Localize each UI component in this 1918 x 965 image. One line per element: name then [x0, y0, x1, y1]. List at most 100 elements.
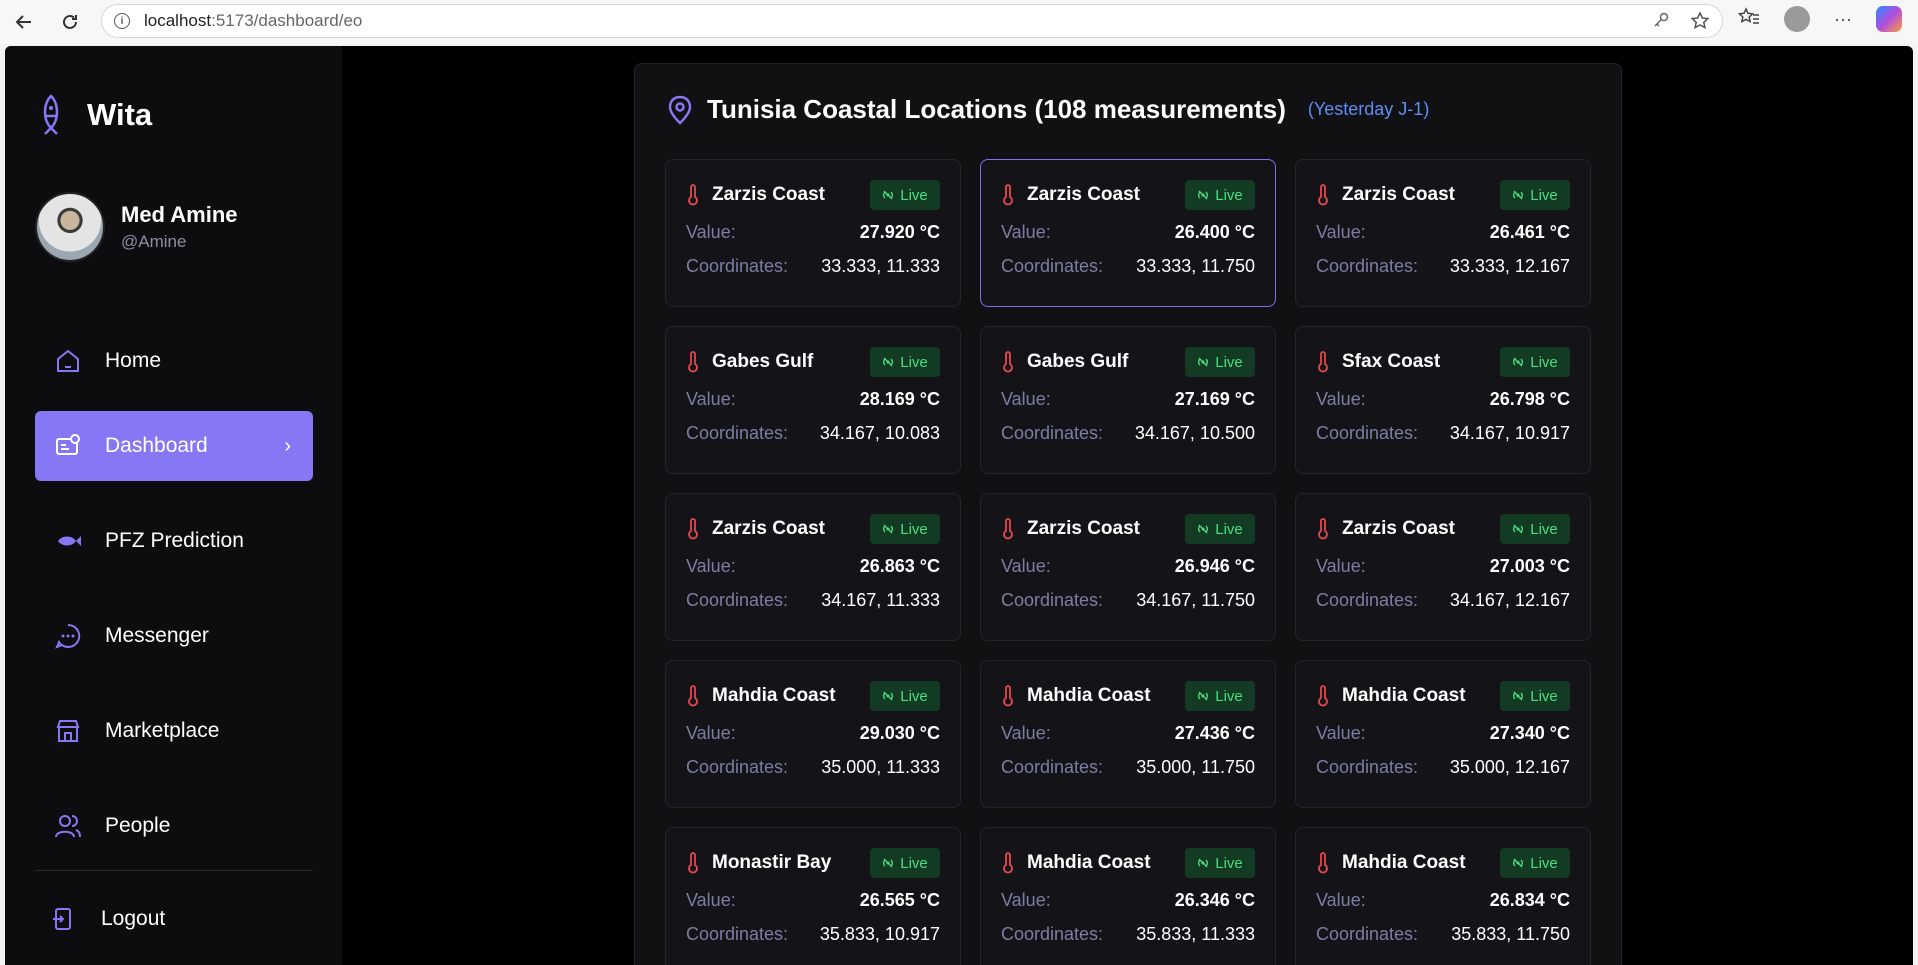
live-label: Live — [900, 687, 928, 705]
star-icon[interactable] — [1690, 11, 1710, 36]
temperature-value: 29.030 °C — [859, 723, 940, 743]
location-card[interactable]: Sfax Coast Live Value: 26.798 °C Coordinates… — [1295, 326, 1591, 474]
value-label: Value: — [1316, 222, 1366, 242]
temperature-value: 27.169 °C — [1174, 389, 1255, 409]
coordinates-row: Coordinates: 34.167, 10.917 — [1316, 423, 1570, 444]
live-badge: Live — [870, 180, 940, 210]
coordinates-value: 33.333, 11.750 — [1136, 256, 1255, 276]
location-name: Mahdia Coast — [1342, 852, 1466, 873]
address-bar[interactable]: i localhost:5173/dashboard/eo — [101, 4, 1723, 38]
location-name: Zarzis Coast — [1027, 184, 1140, 205]
coordinates-label: Coordinates: — [686, 590, 789, 610]
location-card[interactable]: Zarzis Coast Live Value: 26.946 °C Coordinat… — [980, 493, 1276, 641]
live-badge: Live — [1500, 848, 1570, 878]
value-label: Value: — [1316, 556, 1366, 576]
location-card[interactable]: Mahdia Coast Live Value: 27.340 °C Coordinat… — [1295, 660, 1591, 808]
coordinates-value: 35.833, 11.333 — [1136, 924, 1255, 944]
temperature-value: 27.920 °C — [859, 222, 940, 242]
coordinates-value: 35.000, 11.750 — [1136, 757, 1255, 777]
key-icon[interactable] — [1652, 11, 1670, 36]
location-name: Zarzis Coast — [1342, 518, 1455, 539]
location-card[interactable]: Gabes Gulf Live Value: 27.169 °C Coordinates… — [980, 326, 1276, 474]
card-header: Zarzis Coast Live — [686, 514, 940, 544]
coordinates-value: 35.000, 11.333 — [821, 757, 940, 777]
user-profile[interactable]: Med Amine @Amine — [35, 192, 238, 262]
thermometer-icon — [1003, 852, 1013, 874]
card-header: Mahdia Coast Live — [1316, 848, 1570, 878]
live-label: Live — [1530, 520, 1558, 538]
coordinates-label: Coordinates: — [1316, 924, 1419, 944]
signal-icon — [1198, 858, 1209, 868]
divider — [35, 870, 313, 871]
coordinates-row: Coordinates: 33.333, 11.750 — [1001, 256, 1255, 277]
sidebar-item-people[interactable]: People — [35, 791, 313, 861]
sidebar-item-marketplace[interactable]: Marketplace — [35, 696, 313, 766]
avatar[interactable] — [35, 192, 105, 262]
coordinates-row: Coordinates: 34.167, 11.333 — [686, 590, 940, 611]
value-label: Value: — [1001, 723, 1051, 743]
panel-header: Tunisia Coastal Locations (108 measureme… — [667, 94, 1429, 125]
coordinates-row: Coordinates: 35.833, 11.333 — [1001, 924, 1255, 945]
user-name: Med Amine — [121, 202, 238, 227]
store-icon — [53, 716, 83, 746]
value-row: Value: 26.798 °C — [1316, 389, 1570, 410]
value-row: Value: 27.920 °C — [686, 222, 940, 243]
live-label: Live — [1530, 186, 1558, 204]
browser-profile-avatar[interactable] — [1784, 6, 1810, 32]
location-card[interactable]: Monastir Bay Live Value: 26.565 °C Coordinat… — [665, 827, 961, 965]
coordinates-value: 34.167, 10.083 — [819, 423, 940, 443]
card-header: Mahdia Coast Live — [1316, 681, 1570, 711]
location-card[interactable]: Zarzis Coast Live Value: 26.400 °C Coordinat… — [980, 159, 1276, 307]
more-options-icon[interactable]: ··· — [1834, 9, 1852, 30]
location-card[interactable]: Gabes Gulf Live Value: 28.169 °C Coordinates… — [665, 326, 961, 474]
location-card[interactable]: Zarzis Coast Live Value: 27.003 °C Coordinat… — [1295, 493, 1591, 641]
thermometer-icon — [1003, 685, 1013, 707]
live-badge: Live — [1500, 347, 1570, 377]
sidebar-item-messenger[interactable]: Messenger — [35, 601, 313, 671]
location-card[interactable]: Mahdia Coast Live Value: 27.436 °C Coordinat… — [980, 660, 1276, 808]
location-card[interactable]: Mahdia Coast Live Value: 29.030 °C Coordinat… — [665, 660, 961, 808]
coordinates-label: Coordinates: — [1001, 423, 1104, 443]
site-info-icon[interactable]: i — [114, 13, 130, 29]
card-header: Gabes Gulf Live — [1001, 347, 1255, 377]
value-label: Value: — [1001, 890, 1051, 910]
location-card[interactable]: Zarzis Coast Live Value: 26.863 °C Coordinat… — [665, 493, 961, 641]
back-arrow-icon[interactable] — [8, 6, 40, 38]
value-label: Value: — [1316, 723, 1366, 743]
location-card[interactable]: Zarzis Coast Live Value: 26.461 °C Coordinat… — [1295, 159, 1591, 307]
fish-logo-icon — [43, 94, 59, 135]
value-label: Value: — [686, 723, 736, 743]
temperature-value: 26.863 °C — [859, 556, 940, 576]
location-card[interactable]: Zarzis Coast Live Value: 27.920 °C Coordinat… — [665, 159, 961, 307]
logout-button[interactable]: Logout — [35, 884, 313, 954]
people-icon — [53, 811, 83, 841]
reload-icon[interactable] — [54, 6, 86, 38]
coordinates-value: 35.833, 10.917 — [819, 924, 940, 944]
location-card[interactable]: Mahdia Coast Live Value: 26.346 °C Coordinat… — [980, 827, 1276, 965]
coordinates-row: Coordinates: 34.167, 12.167 — [1316, 590, 1570, 611]
coordinates-label: Coordinates: — [686, 757, 789, 777]
location-name: Mahdia Coast — [712, 685, 836, 706]
sidebar-item-pfz-prediction[interactable]: PFZ Prediction — [35, 506, 313, 576]
card-header: Zarzis Coast Live — [1316, 514, 1570, 544]
live-badge: Live — [870, 347, 940, 377]
value-row: Value: 26.346 °C — [1001, 890, 1255, 911]
sidebar-item-dashboard[interactable]: Dashboard › — [35, 411, 313, 481]
location-card[interactable]: Mahdia Coast Live Value: 26.834 °C Coordinat… — [1295, 827, 1591, 965]
brand[interactable]: Wita — [37, 94, 152, 136]
coordinates-value: 35.000, 12.167 — [1449, 757, 1570, 777]
value-row: Value: 26.461 °C — [1316, 222, 1570, 243]
copilot-icon[interactable] — [1875, 6, 1902, 32]
live-badge: Live — [1500, 681, 1570, 711]
thermometer-icon — [1003, 184, 1013, 206]
temperature-value: 27.436 °C — [1174, 723, 1255, 743]
coordinates-label: Coordinates: — [1316, 423, 1419, 443]
thermometer-icon — [688, 685, 698, 707]
live-label: Live — [900, 854, 928, 872]
card-header: Monastir Bay Live — [686, 848, 940, 878]
dashboard-icon — [53, 431, 83, 461]
favorites-icon[interactable] — [1737, 6, 1760, 32]
live-badge: Live — [1185, 848, 1255, 878]
sidebar-item-home[interactable]: Home — [35, 326, 313, 396]
card-header: Zarzis Coast Live — [1001, 180, 1255, 210]
